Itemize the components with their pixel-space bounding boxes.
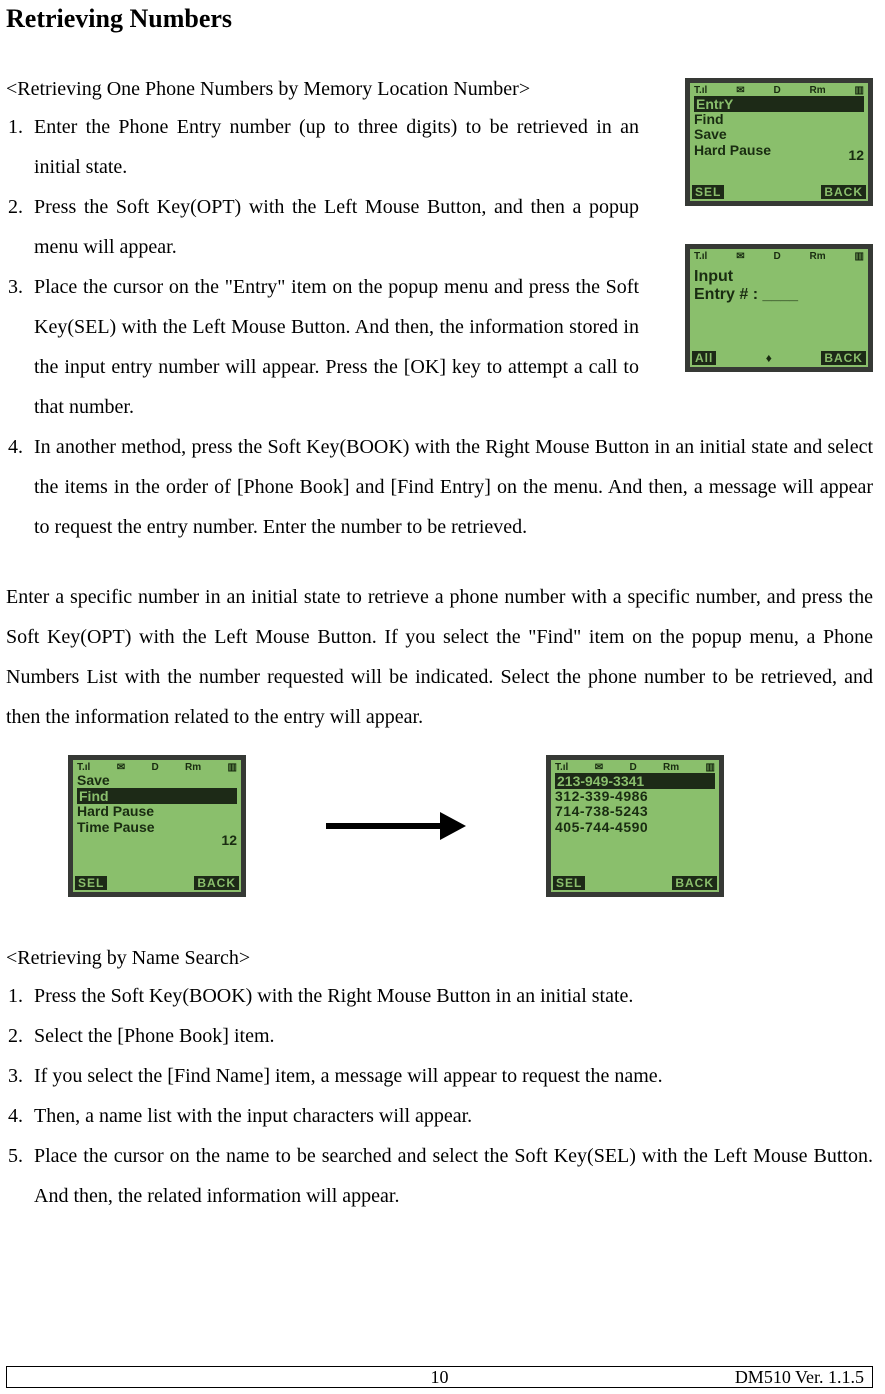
status-bar: T.ıl ✉ D Rm ▥ [690,249,868,262]
mail-icon: ✉ [736,251,744,262]
softkey-left: SEL [553,876,585,890]
mail-icon: ✉ [117,762,125,773]
d-icon: D [773,85,780,96]
phone-number: 714-738-5243 [555,804,715,819]
list-item: Place the cursor on the name to be searc… [28,1136,873,1216]
battery-icon: ▥ [855,85,864,96]
battery-icon: ▥ [855,251,864,262]
softkey-left: All [692,351,716,365]
nav-indicator-icon: ♦ [766,351,772,365]
section2-steps: Press the Soft Key(BOOK) with the Right … [28,976,873,1216]
battery-icon: ▥ [228,762,237,773]
softkey-left: SEL [692,185,724,199]
phone-screenshot-entry-menu: T.ıl ✉ D Rm ▥ EntrY Find Save Hard Pause… [685,78,873,206]
signal-icon: T.ıl [694,251,707,262]
screens-flow: T.ıl ✉ D Rm ▥ Save Find Hard Pause Time … [68,755,873,897]
d-icon: D [151,762,158,773]
menu-item: Save [77,773,237,788]
d-icon: D [629,762,636,773]
section-memory-location: T.ıl ✉ D Rm ▥ EntrY Find Save Hard Pause… [6,78,873,547]
signal-icon: T.ıl [555,762,568,773]
phone-number: 213-949-3341 [555,773,715,789]
status-bar: T.ıl ✉ D Rm ▥ [551,760,719,773]
menu-item: Time Pause [77,820,237,835]
status-bar: T.ıl ✉ D Rm ▥ [690,83,868,96]
phone-number: 312-339-4986 [555,789,715,804]
page-number: 10 [431,1367,449,1388]
entry-number: 12 [848,147,864,163]
menu-item: Hard Pause [694,143,864,158]
page-root: Retrieving Numbers T.ıl ✉ D Rm ▥ EntrY F… [0,0,885,1394]
signal-icon: T.ıl [694,85,707,96]
rm-icon: Rm [663,762,679,773]
list-item: In another method, press the Soft Key(BO… [28,427,873,547]
softkey-right: BACK [821,185,866,199]
doc-version: DM510 Ver. 1.1.5 [735,1367,864,1388]
menu-item: Find [77,788,237,804]
prompt-line2: Entry # : ____ [694,286,864,304]
rm-icon: Rm [810,251,826,262]
rm-icon: Rm [185,762,201,773]
section-subtitle: <Retrieving by Name Search> [6,947,873,970]
list-item: Then, a name list with the input charact… [28,1096,873,1136]
arrow-right-icon [326,822,466,830]
mid-paragraph: Enter a specific number in an initial st… [6,577,873,737]
page-footer: 10 DM510 Ver. 1.1.5 [6,1366,873,1388]
softkey-right: BACK [672,876,717,890]
menu-item: Find [694,112,864,127]
mail-icon: ✉ [595,762,603,773]
softkey-right: BACK [194,876,239,890]
menu-item: Save [694,127,864,142]
softkey-left: SEL [75,876,107,890]
d-icon: D [773,251,780,262]
mail-icon: ✉ [736,85,744,96]
phone-number: 405-744-4590 [555,820,715,835]
list-item: If you select the [Find Name] item, a me… [28,1056,873,1096]
phone-screenshot-find-menu: T.ıl ✉ D Rm ▥ Save Find Hard Pause Time … [68,755,246,897]
softkey-right: BACK [821,351,866,365]
battery-icon: ▥ [706,762,715,773]
menu-item: EntrY [694,96,864,112]
phone-screenshot-number-list: T.ıl ✉ D Rm ▥ 213-949-3341 312-339-4986 … [546,755,724,897]
entry-number: 12 [221,832,237,848]
prompt-line1: Input [694,268,864,286]
section-name-search: <Retrieving by Name Search> Press the So… [6,947,873,1216]
page-title: Retrieving Numbers [6,4,873,34]
menu-item: Hard Pause [77,804,237,819]
list-item: Select the [Phone Book] item. [28,1016,873,1056]
phone-screenshot-input-entry: T.ıl ✉ D Rm ▥ Input Entry # : ____ All ♦… [685,244,873,372]
list-item: Press the Soft Key(BOOK) with the Right … [28,976,873,1016]
rm-icon: Rm [810,85,826,96]
